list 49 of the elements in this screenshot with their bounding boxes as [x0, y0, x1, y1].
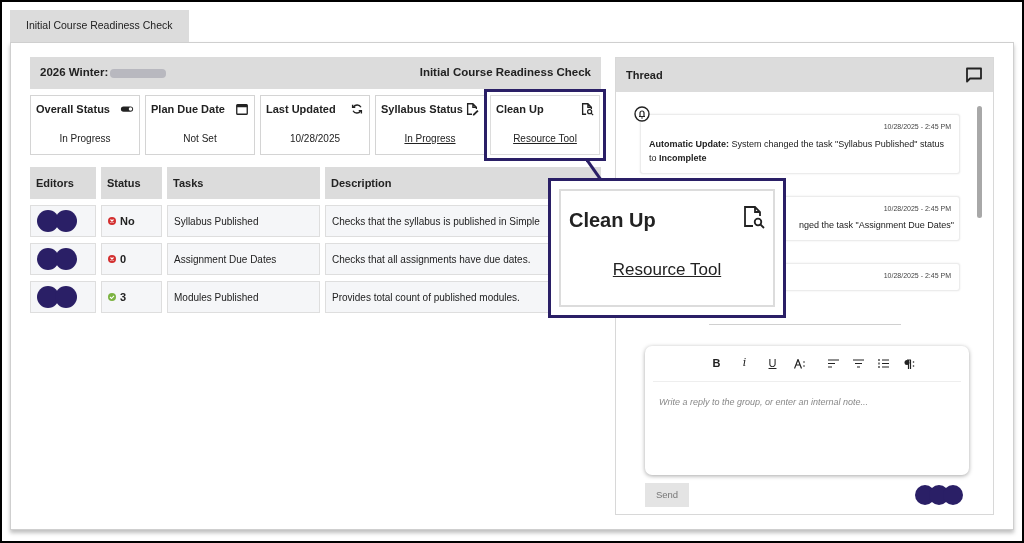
refresh-icon — [350, 102, 364, 117]
card-value: Not Set — [183, 131, 217, 146]
status-value: No — [120, 213, 135, 229]
term-label: 2026 Winter: — [40, 65, 109, 81]
card-link[interactable]: In Progress — [404, 130, 456, 146]
card-title: Plan Due Date — [151, 102, 225, 117]
card-value: In Progress — [59, 131, 111, 146]
column-header: Status — [101, 167, 162, 199]
checklist-title: Initial Course Readiness Check — [419, 65, 591, 81]
align-center-icon[interactable] — [852, 359, 864, 368]
text-size-icon[interactable] — [793, 358, 806, 369]
avatar — [37, 286, 59, 308]
card-title: Clean Up — [496, 102, 544, 117]
align-left-icon[interactable] — [827, 359, 839, 368]
avatar — [55, 210, 77, 232]
calendar-icon — [235, 102, 249, 117]
chat-icon[interactable] — [965, 66, 983, 84]
column-header: Editors — [30, 167, 96, 199]
avatar — [37, 248, 59, 270]
status-value: 0 — [120, 251, 127, 267]
blurred-course-name — [110, 68, 167, 78]
format-button[interactable]: U — [765, 355, 780, 372]
task-cell: Assignment Due Dates — [167, 243, 320, 275]
paragraph-icon[interactable] — [902, 358, 915, 369]
card-value: 10/28/2025 — [289, 131, 341, 146]
message-text: Automatic Update: System changed the task "Syllabus Published" status to Incomplete — [649, 137, 946, 165]
column-header: Tasks — [167, 167, 320, 199]
scrollbar-thumb[interactable] — [977, 106, 982, 218]
document-search-icon — [743, 205, 765, 229]
document-edit-icon — [465, 102, 479, 117]
status-value: 3 — [120, 289, 127, 305]
tab[interactable]: Initial Course Readiness Check — [10, 10, 189, 42]
task-cell: Syllabus Published — [167, 205, 320, 237]
reply-placeholder: Write a reply to the group, or enter an internal note... — [658, 396, 870, 409]
format-button[interactable]: i — [737, 355, 752, 372]
avatar — [55, 286, 77, 308]
avatar — [55, 248, 77, 270]
avatar — [37, 210, 59, 232]
reply-editor[interactable]: B i U Write a reply to the group, or enter an internal note... — [645, 346, 969, 475]
task-cell: Modules Published — [167, 281, 320, 313]
document-search-icon — [580, 102, 594, 117]
card-title: Last Updated — [266, 102, 336, 117]
card-title: Syllabus Status — [381, 102, 463, 117]
resource-tool-link[interactable]: Resource Tool — [612, 257, 722, 283]
thread-title: Thread — [626, 67, 663, 83]
format-button[interactable]: B — [709, 355, 724, 372]
card-title: Overall Status — [36, 102, 110, 117]
avatar — [943, 485, 963, 505]
card-link[interactable]: Resource Tool — [513, 130, 577, 146]
